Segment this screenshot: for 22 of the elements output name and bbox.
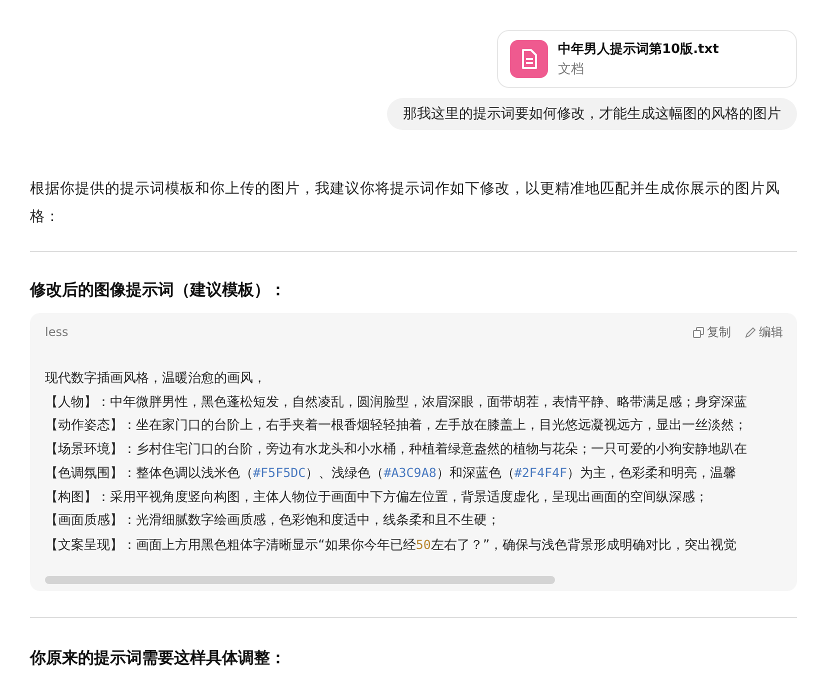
- code-line: 现代数字插画风格，温暖治愈的画风，: [45, 370, 266, 388]
- code-line: 【动作姿态】：坐在家门口的台阶上，右手夹着一根香烟轻轻抽着，左手放在膝盖上，目光悠远凝视远方，显出一丝淡然；: [45, 417, 747, 435]
- section-heading: 你原来的提示词需要这样具体调整：: [30, 648, 287, 669]
- file-attachment-card[interactable]: 中年男人提示词第10版.txt 文档: [497, 30, 797, 88]
- section-heading: 修改后的图像提示词（建议模板）：: [30, 280, 287, 301]
- copy-button[interactable]: 复制: [693, 324, 731, 340]
- reply-paragraph: 根据你提供的提示词模板和你上传的图片，我建议你将提示词作如下修改，以更精准地匹配并生成你展示的图片风格：: [30, 180, 781, 227]
- scrollbar-thumb[interactable]: [45, 576, 555, 584]
- copy-icon: [693, 326, 704, 338]
- code-language: less: [45, 325, 68, 339]
- edit-button[interactable]: 编辑: [745, 324, 783, 340]
- code-line: 【场景环境】：乡村住宅门口的台阶，旁边有水龙头和小水桶，种植着绿意盎然的植物与花朵；一只可爱的小狗安静地趴在: [45, 440, 747, 458]
- code-line: 【画面质感】：光滑细腻数字绘画质感，色彩饱和度适中，线条柔和且不生硬；: [45, 512, 500, 530]
- document-icon: [510, 40, 548, 78]
- code-line: 【色调氛围】：整体色调以浅米色（#F5F5DC）、浅绿色（#A3C9A8）和深蓝色（#2F4F4F）为主，色彩柔和明亮，温馨: [45, 464, 736, 483]
- code-line: 【文案呈现】：画面上方用黑色粗体字清晰显示“如果你今年已经50左右了？”，确保与浅色背景形成明确对比，突出视觉: [45, 536, 737, 554]
- file-name: 中年男人提示词第10版.txt: [558, 41, 719, 58]
- code-line: 【构图】：采用平视角度竖向构图，主体人物位于画面中下方偏左位置，背景适度虚化，呈现出画面的空间纵深感；: [45, 488, 708, 506]
- code-line: 【人物】：中年微胖男性，黑色蓬松短发，自然凌乱，圆润脸型，浓眉深眼，面带胡茬，表情平静、略带满足感；身穿深蓝: [45, 394, 747, 412]
- user-message: 那我这里的提示词要如何修改，才能生成这幅图的风格的图片: [387, 98, 797, 130]
- pencil-icon: [745, 326, 756, 338]
- file-type: 文档: [558, 61, 585, 78]
